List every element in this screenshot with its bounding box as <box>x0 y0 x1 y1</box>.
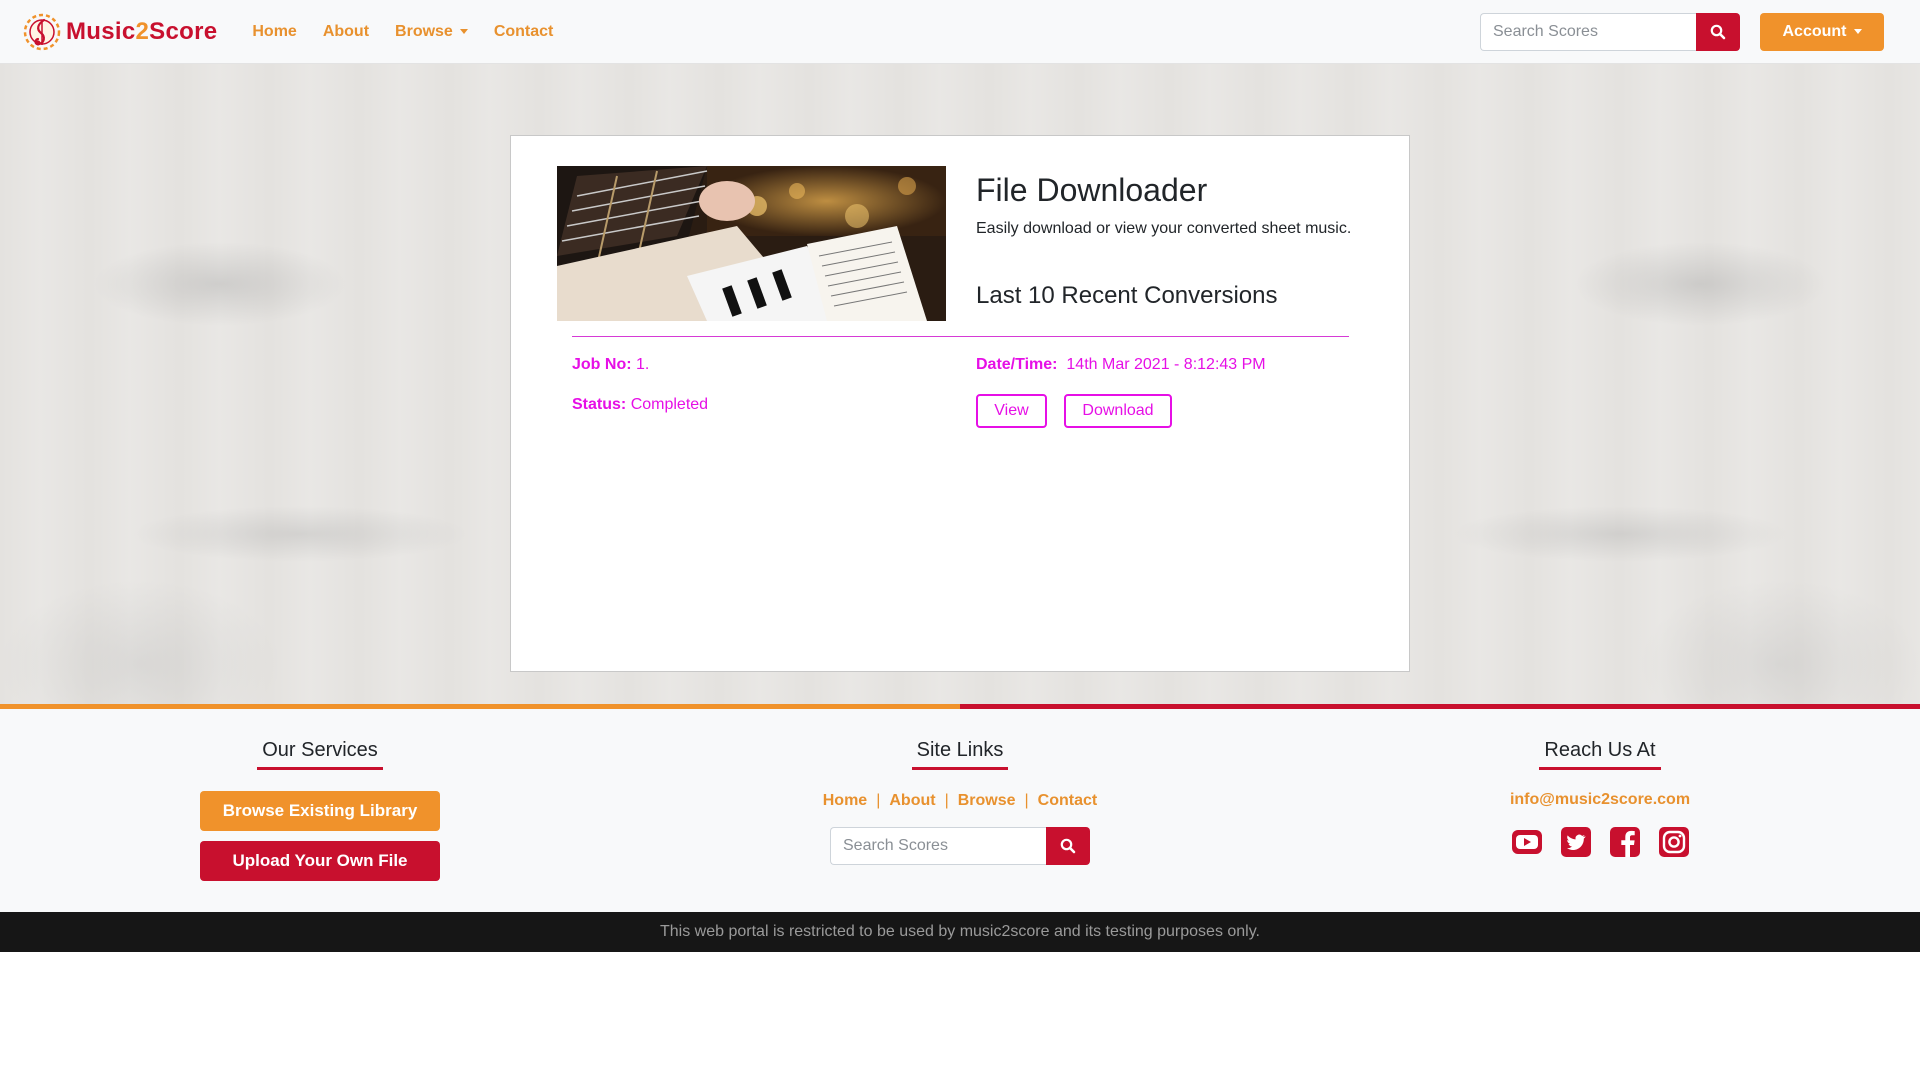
search-icon <box>1060 838 1076 854</box>
footer-contact-link[interactable]: Contact <box>1038 792 1098 810</box>
job-datetime-label: Date/Time: <box>976 356 1058 373</box>
job-number: Job No: 1. <box>572 356 649 374</box>
separator: | <box>944 792 949 809</box>
footer-home-link[interactable]: Home <box>823 792 867 810</box>
job-status-label: Status: <box>572 396 627 413</box>
social-links <box>1511 826 1690 858</box>
job-number-label: Job No: <box>572 356 632 373</box>
job-datetime: Date/Time: 14th Mar 2021 - 8:12:43 PM <box>976 356 1266 374</box>
site-links-list: Home | About | Browse | Contact <box>823 791 1097 811</box>
instagram-icon[interactable] <box>1658 826 1690 858</box>
nav-right: Account <box>1480 12 1884 51</box>
contact-email-link[interactable]: info@music2score.com <box>1510 791 1690 811</box>
facebook-icon[interactable] <box>1609 826 1641 858</box>
footer-search-input[interactable] <box>830 827 1046 865</box>
footer-search-group <box>830 827 1090 865</box>
brand[interactable]: Music2Score <box>22 12 217 52</box>
downloader-card: File Downloader Easily download or view … <box>510 135 1410 672</box>
services-heading: Our Services <box>257 739 383 770</box>
page-subtitle: Easily download or view your converted s… <box>976 220 1352 237</box>
nav-contact-link[interactable]: Contact <box>481 23 567 41</box>
upload-file-button[interactable]: Upload Your Own File <box>200 841 440 881</box>
separator: | <box>876 792 881 809</box>
footer-services: Our Services Browse Existing Library Upl… <box>0 709 640 881</box>
recent-conversions-heading: Last 10 Recent Conversions <box>976 282 1278 309</box>
account-label: Account <box>1782 22 1847 40</box>
job-status: Status: Completed <box>572 396 708 414</box>
page-title: File Downloader <box>976 172 1208 208</box>
top-navbar: Music2Score Home About Browse Contact Ac… <box>0 0 1920 64</box>
copyright-bar: This web portal is restricted to be used… <box>0 912 1920 952</box>
main-nav: Home About Browse Contact <box>239 23 566 41</box>
footer-about-link[interactable]: About <box>889 792 935 810</box>
separator: | <box>1024 792 1029 809</box>
copyright-text: This web portal is restricted to be used… <box>660 923 1260 940</box>
music-logo-icon <box>23 13 61 50</box>
nav-browse-dropdown[interactable]: Browse <box>382 23 481 41</box>
nav-search-input[interactable] <box>1480 12 1696 51</box>
footer-search-button[interactable] <box>1046 827 1090 865</box>
youtube-icon[interactable] <box>1511 826 1543 858</box>
search-icon <box>1710 24 1726 39</box>
job-number-value: 1. <box>636 356 650 373</box>
footer-browse-link[interactable]: Browse <box>958 792 1016 810</box>
account-dropdown-button[interactable]: Account <box>1760 12 1884 51</box>
caret-down-icon <box>1853 29 1862 34</box>
nav-about-link[interactable]: About <box>310 23 382 41</box>
caret-down-icon <box>459 29 468 34</box>
footer: Our Services Browse Existing Library Upl… <box>0 709 1920 912</box>
job-status-value: Completed <box>630 396 709 413</box>
view-button[interactable]: View <box>976 394 1047 428</box>
nav-home-link[interactable]: Home <box>239 23 309 41</box>
nav-search-group <box>1480 12 1740 51</box>
divider <box>572 336 1349 337</box>
nav-browse-label: Browse <box>395 22 453 40</box>
footer-site-links: Site Links Home | About | Browse | Conta… <box>640 709 1280 865</box>
reach-heading: Reach Us At <box>1539 739 1661 770</box>
job-datetime-value: 14th Mar 2021 - 8:12:43 PM <box>1066 356 1266 373</box>
download-button[interactable]: Download <box>1064 394 1172 428</box>
site-links-heading: Site Links <box>911 739 1009 770</box>
brand-name: Music2Score <box>66 17 218 45</box>
browse-library-button[interactable]: Browse Existing Library <box>200 791 440 831</box>
twitter-icon[interactable] <box>1560 826 1592 858</box>
nav-search-button[interactable] <box>1696 12 1740 51</box>
guitar-piano-photo <box>557 166 946 321</box>
footer-contact: Reach Us At info@music2score.com <box>1280 709 1920 858</box>
